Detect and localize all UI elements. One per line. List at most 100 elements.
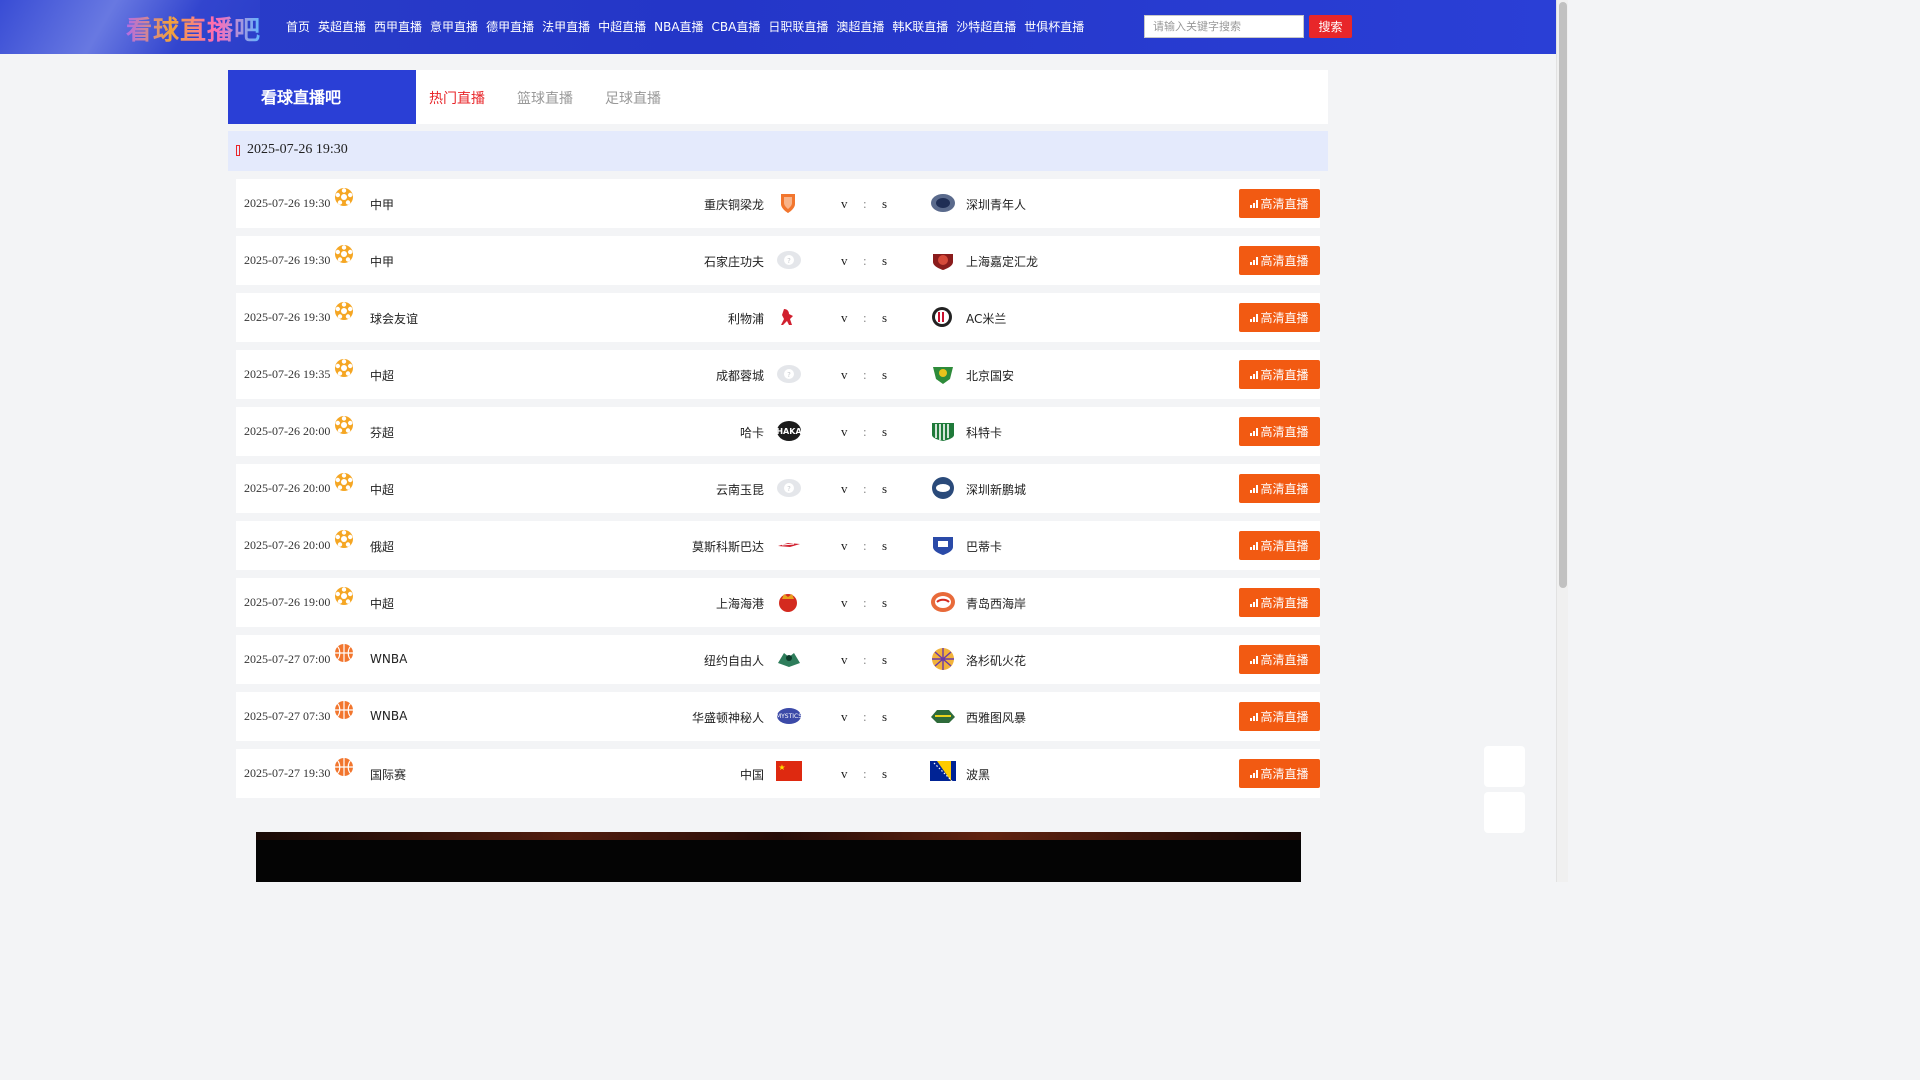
home-team-name[interactable]: 云南玉昆 — [716, 481, 764, 498]
football-icon — [334, 529, 354, 549]
match-row[interactable]: 2025-07-26 19:00 中超 上海海港 v : s 青岛西海岸 高清直… — [236, 578, 1320, 627]
nav-j-league[interactable]: 日职联直播 — [768, 18, 828, 35]
hd-live-button[interactable]: 高清直播 — [1239, 303, 1320, 332]
nav-premier-league[interactable]: 英超直播 — [318, 18, 366, 35]
away-team-logo-icon — [930, 704, 955, 728]
hd-live-button[interactable]: 高清直播 — [1239, 702, 1320, 731]
away-team-name[interactable]: 北京国安 — [966, 367, 1014, 384]
signal-bars-icon — [1250, 484, 1259, 493]
home-team-name[interactable]: 利物浦 — [728, 310, 764, 327]
match-row[interactable]: 2025-07-26 19:30 球会友谊 利物浦 v : s AC米兰 高清直… — [236, 293, 1320, 342]
league-name[interactable]: 芬超 — [370, 424, 394, 441]
league-name[interactable]: 国际赛 — [370, 766, 406, 783]
date-header: 2025-07-26 19:30 — [228, 131, 1328, 171]
svg-text:★: ★ — [778, 763, 785, 772]
nav-nba[interactable]: NBA直播 — [654, 18, 703, 35]
match-time: 2025-07-26 19:30 — [244, 196, 331, 210]
league-name[interactable]: 球会友谊 — [370, 310, 418, 327]
league-name[interactable]: 中超 — [370, 481, 394, 498]
away-team-name[interactable]: 科特卡 — [966, 424, 1002, 441]
home-team-name[interactable]: 哈卡 — [740, 424, 764, 441]
home-team-logo-icon: ? — [776, 476, 801, 500]
site-logo[interactable]: 看球直播吧 — [126, 10, 261, 47]
league-name[interactable]: 中超 — [370, 595, 394, 612]
versus-right: s — [882, 709, 888, 724]
home-team-name[interactable]: 重庆铜梁龙 — [704, 196, 764, 213]
nav-la-liga[interactable]: 西甲直播 — [374, 18, 422, 35]
tab-football-live[interactable]: 足球直播 — [605, 70, 661, 124]
match-row[interactable]: 2025-07-26 19:30 中甲 重庆铜梁龙 v : s 深圳青年人 高清… — [236, 179, 1320, 228]
versus-left: v — [841, 196, 848, 211]
home-team-name[interactable]: 纽约自由人 — [704, 652, 764, 669]
search-button[interactable]: 搜索 — [1309, 15, 1352, 38]
league-name[interactable]: 俄超 — [370, 538, 394, 555]
home-team-name[interactable]: 成都蓉城 — [716, 367, 764, 384]
versus-right: s — [882, 367, 888, 382]
nav-a-league[interactable]: 澳超直播 — [836, 18, 884, 35]
nav-home[interactable]: 首页 — [286, 18, 310, 35]
match-row[interactable]: 2025-07-26 19:30 中甲 石家庄功夫 ? v : s 上海嘉定汇龙… — [236, 236, 1320, 285]
scrollbar-thumb[interactable] — [1559, 2, 1567, 588]
match-row[interactable]: 2025-07-26 20:00 俄超 莫斯科斯巴达 v : s 巴蒂卡 高清直… — [236, 521, 1320, 570]
away-team-name[interactable]: 青岛西海岸 — [966, 595, 1026, 612]
league-name[interactable]: 中超 — [370, 367, 394, 384]
match-row[interactable]: 2025-07-27 19:30 国际赛 中国 ★ v : s 波黑 高清直播 — [236, 749, 1320, 798]
match-row[interactable]: 2025-07-26 20:00 芬超 哈卡 HAKA v : s 科特卡 高清… — [236, 407, 1320, 456]
hd-live-button[interactable]: 高清直播 — [1239, 759, 1320, 788]
home-team-name[interactable]: 华盛顿神秘人 — [692, 709, 764, 726]
tab-hot-live[interactable]: 热门直播 — [429, 70, 485, 124]
versus-right: s — [882, 481, 888, 496]
video-player[interactable] — [256, 832, 1301, 882]
hd-live-label: 高清直播 — [1260, 482, 1309, 496]
nav-ligue-1[interactable]: 法甲直播 — [542, 18, 590, 35]
nav-csl[interactable]: 中超直播 — [598, 18, 646, 35]
match-row[interactable]: 2025-07-27 07:00 WNBA 纽约自由人 v : s 洛杉矶火花 … — [236, 635, 1320, 684]
hd-live-label: 高清直播 — [1260, 425, 1309, 439]
match-row[interactable]: 2025-07-26 20:00 中超 云南玉昆 ? v : s 深圳新鹏城 高… — [236, 464, 1320, 513]
versus-left: v — [841, 766, 848, 781]
versus-colon: : — [863, 481, 867, 496]
hd-live-button[interactable]: 高清直播 — [1239, 531, 1320, 560]
page-scrollbar[interactable] — [1556, 0, 1568, 882]
away-team-name[interactable]: 深圳新鹏城 — [966, 481, 1026, 498]
nav-bundesliga[interactable]: 德甲直播 — [486, 18, 534, 35]
nav-serie-a[interactable]: 意甲直播 — [430, 18, 478, 35]
away-team-name[interactable]: 波黑 — [966, 766, 990, 783]
nav-cba[interactable]: CBA直播 — [712, 18, 761, 35]
league-name[interactable]: 中甲 — [370, 196, 394, 213]
versus-left: v — [841, 481, 848, 496]
league-name[interactable]: WNBA — [370, 652, 407, 666]
nav-saudi-pro-league[interactable]: 沙特超直播 — [956, 18, 1016, 35]
hd-live-button[interactable]: 高清直播 — [1239, 417, 1320, 446]
match-row[interactable]: 2025-07-27 07:30 WNBA 华盛顿神秘人 MYSTICS v :… — [236, 692, 1320, 741]
home-team-name[interactable]: 石家庄功夫 — [704, 253, 764, 270]
hd-live-button[interactable]: 高清直播 — [1239, 360, 1320, 389]
match-row[interactable]: 2025-07-26 19:35 中超 成都蓉城 ? v : s 北京国安 高清… — [236, 350, 1320, 399]
home-team-name[interactable]: 上海海港 — [716, 595, 764, 612]
nav-k-league[interactable]: 韩K联直播 — [892, 18, 948, 35]
away-team-name[interactable]: 巴蒂卡 — [966, 538, 1002, 555]
tab-basketball-live[interactable]: 篮球直播 — [517, 70, 573, 124]
hd-live-button[interactable]: 高清直播 — [1239, 474, 1320, 503]
away-team-name[interactable]: 深圳青年人 — [966, 196, 1026, 213]
home-team-name[interactable]: 中国 — [740, 766, 764, 783]
hd-live-button[interactable]: 高清直播 — [1239, 246, 1320, 275]
signal-bars-icon — [1250, 427, 1259, 436]
float-button-top[interactable] — [1484, 746, 1525, 787]
match-time: 2025-07-26 20:00 — [244, 481, 331, 495]
nav-club-world-cup[interactable]: 世俱杯直播 — [1024, 18, 1084, 35]
away-team-name[interactable]: 上海嘉定汇龙 — [966, 253, 1038, 270]
home-team-name[interactable]: 莫斯科斯巴达 — [692, 538, 764, 555]
hd-live-label: 高清直播 — [1260, 653, 1309, 667]
league-name[interactable]: 中甲 — [370, 253, 394, 270]
away-team-name[interactable]: 洛杉矶火花 — [966, 652, 1026, 669]
hd-live-button[interactable]: 高清直播 — [1239, 588, 1320, 617]
away-team-name[interactable]: 西雅图风暴 — [966, 709, 1026, 726]
hd-live-button[interactable]: 高清直播 — [1239, 645, 1320, 674]
hd-live-button[interactable]: 高清直播 — [1239, 189, 1320, 218]
match-time: 2025-07-26 19:30 — [244, 253, 331, 267]
float-button-bottom[interactable] — [1484, 792, 1525, 833]
search-input[interactable] — [1144, 15, 1304, 38]
away-team-name[interactable]: AC米兰 — [966, 310, 1006, 327]
league-name[interactable]: WNBA — [370, 709, 407, 723]
